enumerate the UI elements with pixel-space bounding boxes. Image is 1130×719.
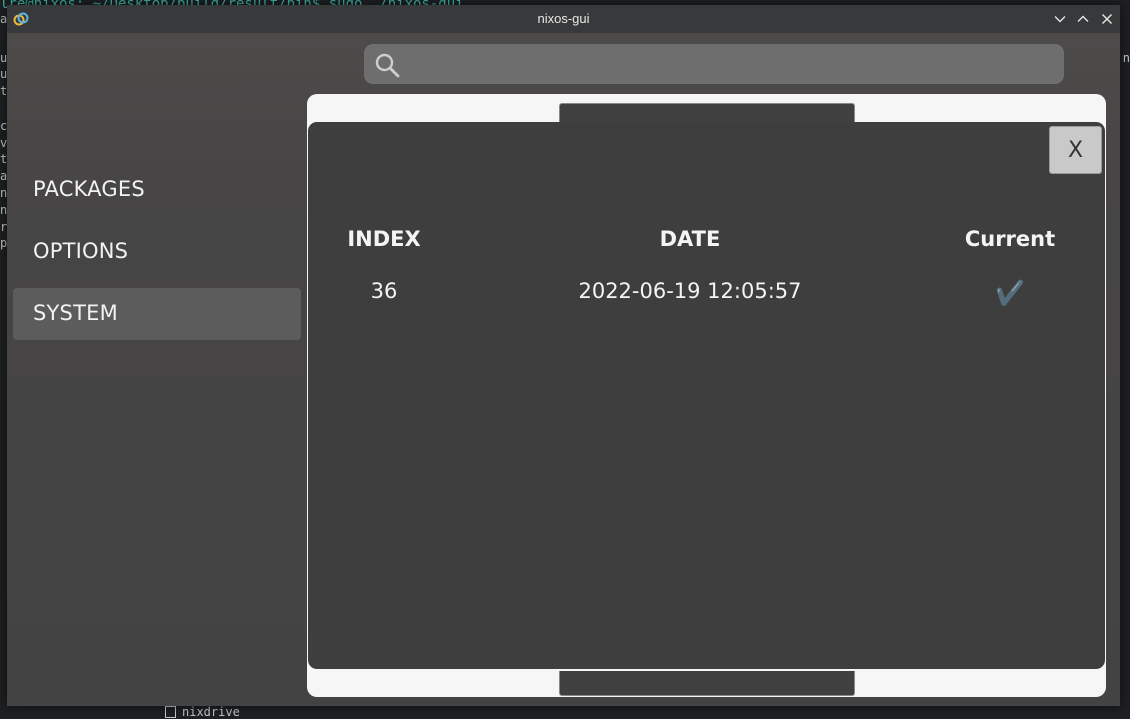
sidebar-item-label: OPTIONS <box>33 239 129 263</box>
search-bar[interactable] <box>364 44 1064 86</box>
maximize-button[interactable] <box>1075 11 1091 27</box>
check-mark-icon: ✔️ <box>995 279 1025 307</box>
sidebar-item-packages[interactable]: PACKAGES <box>13 164 301 216</box>
close-window-button[interactable] <box>1099 11 1115 27</box>
close-dialog-button[interactable]: X <box>1049 126 1102 174</box>
search-icon <box>375 53 400 78</box>
sidebar: PACKAGES OPTIONS SYSTEM <box>7 33 307 706</box>
app-body: PACKAGES OPTIONS SYSTEM X INDEX DATE Cur… <box>7 33 1120 706</box>
file-icon <box>165 706 176 718</box>
search-input[interactable] <box>408 44 1052 86</box>
cell-current: ✔️ <box>930 279 1090 307</box>
column-header-date: DATE <box>659 227 721 251</box>
cell-date: 2022-06-19 12:05:57 <box>578 279 802 303</box>
chevron-up-icon <box>1077 15 1089 22</box>
titlebar[interactable]: nixos-gui <box>7 5 1120 33</box>
sidebar-item-label: PACKAGES <box>33 177 145 201</box>
table-header-row: INDEX DATE Current <box>308 222 1105 274</box>
generations-table: INDEX DATE Current 36 2022-06-19 12:05:5… <box>308 222 1105 326</box>
sidebar-item-system[interactable]: SYSTEM <box>13 288 301 340</box>
app-window: nixos-gui PACKAGES OPTIONS SYSTEM X INDE… <box>7 5 1120 706</box>
column-header-index: INDEX <box>347 227 421 251</box>
terminal-edge-char: n <box>1122 51 1130 65</box>
sidebar-item-label: SYSTEM <box>33 301 118 325</box>
panel-tab-bottom <box>559 671 855 696</box>
table-row[interactable]: 36 2022-06-19 12:05:57 ✔️ <box>308 274 1105 326</box>
main-panel: X INDEX DATE Current 36 2022-06-19 12:05… <box>307 94 1106 697</box>
background-file-label: nixdrive <box>182 705 240 719</box>
minimize-button[interactable] <box>1052 11 1068 27</box>
sidebar-item-options[interactable]: OPTIONS <box>13 226 301 278</box>
chevron-down-icon <box>1054 16 1066 23</box>
generations-dialog: X INDEX DATE Current 36 2022-06-19 12:05… <box>308 122 1105 669</box>
close-icon <box>1102 14 1112 24</box>
column-header-current: Current <box>964 227 1056 251</box>
window-title: nixos-gui <box>537 11 590 26</box>
cell-index: 36 <box>370 279 398 303</box>
background-file-item[interactable]: nixdrive <box>165 705 240 719</box>
